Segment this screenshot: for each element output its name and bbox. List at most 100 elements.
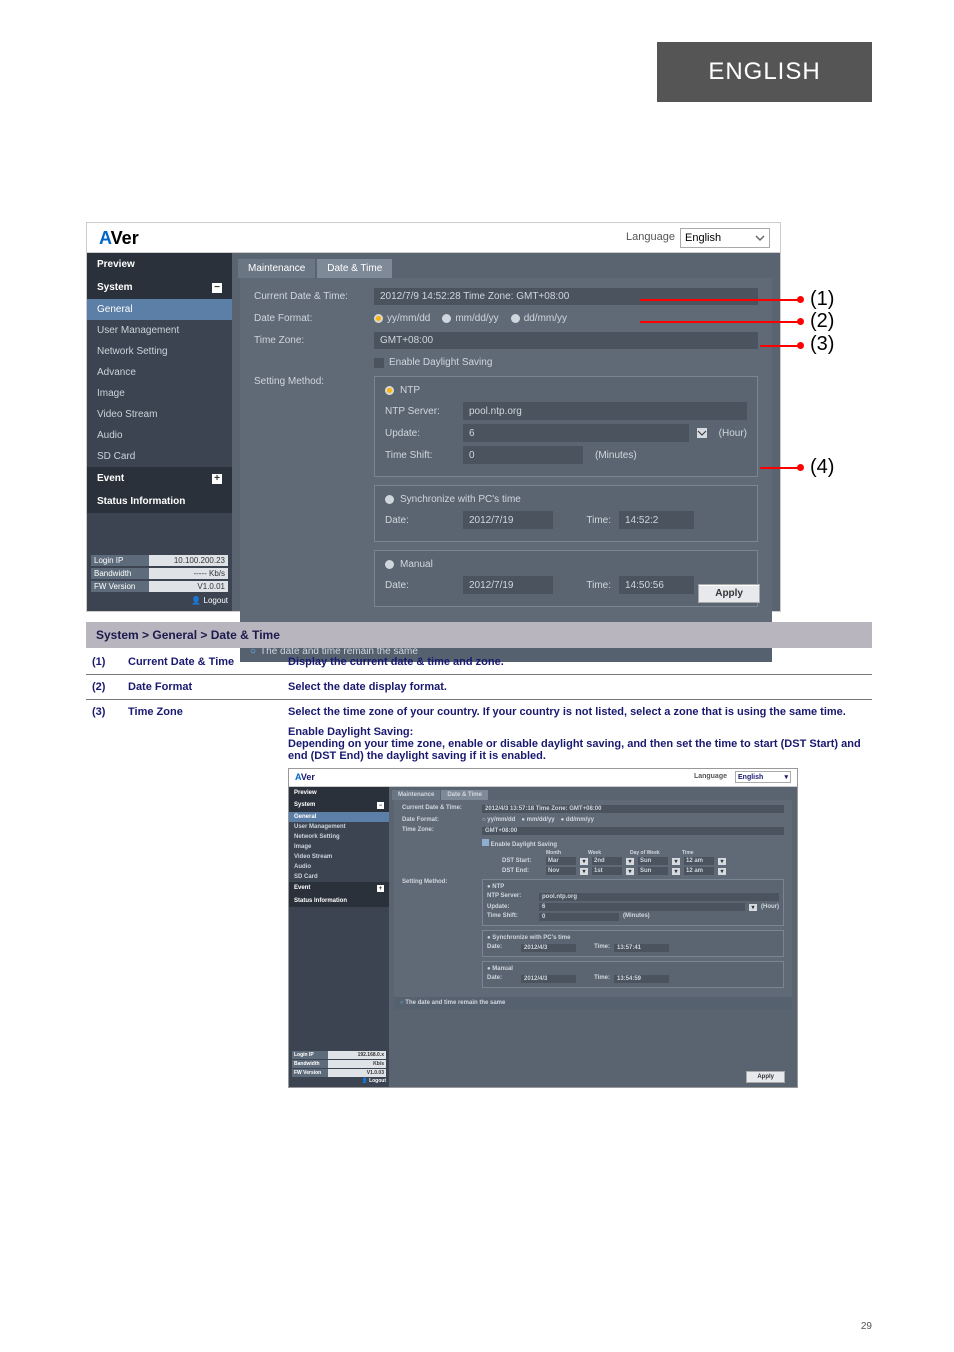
thumb-sb-user-mgmt[interactable]: User Management <box>289 822 389 832</box>
dst-checkbox[interactable] <box>374 358 384 368</box>
radio-mm-dd-yy[interactable]: mm/dd/yy <box>442 313 498 324</box>
desc-row-3-text: Select the time zone of your country. If… <box>282 700 872 1095</box>
topbar: AVer Language English <box>87 223 780 253</box>
manual-time-label: Time: <box>561 580 611 591</box>
language-select[interactable]: English <box>680 228 770 248</box>
ntp-box: NTP NTP Server:pool.ntp.org Update:6(Hou… <box>374 376 758 477</box>
callout-line-3 <box>760 345 800 347</box>
thumb-man-date[interactable]: 2012/4/3 <box>521 975 576 983</box>
thumb-sb-general[interactable]: General <box>289 812 389 822</box>
logo: AVer <box>99 228 139 249</box>
tab-date-time[interactable]: Date & Time <box>317 259 392 278</box>
user-icon: 👤 <box>191 596 201 605</box>
chevron-down-icon: ▾ <box>718 858 726 865</box>
thumb-radio-manual[interactable]: ● Manual <box>487 966 779 972</box>
thumb-man-time[interactable]: 13:54:59 <box>614 975 669 983</box>
desc-row-1-name: Current Date & Time <box>122 650 282 675</box>
sync-date-value: 2012/7/19 <box>463 511 553 529</box>
manual-time-input[interactable]: 14:50:56 <box>619 576 694 594</box>
thumb-dstend-dow[interactable]: Sun <box>638 867 668 875</box>
callout-dot-3 <box>797 342 804 349</box>
update-select[interactable]: 6 <box>463 424 689 442</box>
dst-checkbox-label: Enable Daylight Saving <box>389 357 492 368</box>
thumb-sb-preview[interactable]: Preview <box>289 787 389 799</box>
thumb-dststart-month[interactable]: Mar <box>546 857 576 865</box>
thumb-radio-fmt3[interactable]: ● dd/mm/yy <box>561 817 594 823</box>
chevron-down-icon: ▾ <box>784 773 788 781</box>
chevron-down-icon: ▾ <box>718 868 726 875</box>
thumb-update[interactable]: 6 <box>539 903 745 911</box>
thumb-logout[interactable]: 👤 Logout <box>292 1078 386 1084</box>
callout-dot-1 <box>797 296 804 303</box>
sidebar-item-user-management[interactable]: User Management <box>87 320 232 341</box>
thumb-sb-sdcard[interactable]: SD Card <box>289 872 389 882</box>
sidebar-item-sd-card[interactable]: SD Card <box>87 446 232 467</box>
sidebar-event[interactable]: Event + <box>87 467 232 490</box>
thumb-sb-audio[interactable]: Audio <box>289 862 389 872</box>
sidebar-item-audio[interactable]: Audio <box>87 425 232 446</box>
chevron-down-icon: ▾ <box>672 868 680 875</box>
plus-icon: + <box>212 474 222 484</box>
tab-maintenance[interactable]: Maintenance <box>238 259 315 278</box>
desc-title: System > General > Date & Time <box>86 622 872 648</box>
thumb-dstend-time[interactable]: 12 am <box>684 867 714 875</box>
thumb-sb-system[interactable]: System− <box>289 799 389 812</box>
thumb-radio-sync[interactable]: ● Synchronize with PC's time <box>487 935 779 941</box>
thumb-apply-button[interactable]: Apply <box>746 1071 785 1083</box>
callout-1: (1) <box>810 288 834 311</box>
radio-ntp[interactable] <box>385 386 394 395</box>
thumb-language-select[interactable]: English▾ <box>735 771 791 783</box>
thumb-sb-network[interactable]: Network Setting <box>289 832 389 842</box>
thumb-shift[interactable]: 0 <box>539 913 619 921</box>
login-ip-value: 10.100.200.23 <box>149 555 228 566</box>
sidebar-preview[interactable]: Preview <box>87 253 232 276</box>
sidebar-item-network-setting[interactable]: Network Setting <box>87 341 232 362</box>
thumb-dststart-dow[interactable]: Sun <box>638 857 668 865</box>
info-icon: ○ <box>400 1000 404 1006</box>
thumb-radio-fmt2[interactable]: ● mm/dd/yy <box>521 817 554 823</box>
bandwidth-label: Bandwidth <box>91 568 149 579</box>
sidebar-status-info[interactable]: Status Information <box>87 490 232 513</box>
sidebar-item-image[interactable]: Image <box>87 383 232 404</box>
callout-line-4 <box>760 467 800 469</box>
radio-dd-mm-yy[interactable]: dd/mm/yy <box>511 313 567 324</box>
setting-method-label: Setting Method: <box>254 376 374 387</box>
manual-date-input[interactable]: 2012/7/19 <box>463 576 553 594</box>
radio-yy-mm-dd[interactable]: yy/mm/dd <box>374 313 430 324</box>
callout-line-1 <box>640 299 800 301</box>
thumb-radio-ntp[interactable]: ● NTP <box>487 884 779 890</box>
minus-icon: − <box>212 283 222 293</box>
chevron-down-icon <box>755 233 765 243</box>
thumb-radio-fmt1[interactable]: ○ yy/mm/dd <box>482 817 515 823</box>
ntp-server-input[interactable]: pool.ntp.org <box>463 402 747 420</box>
chevron-down-icon: ▾ <box>580 868 588 875</box>
thumb-sb-event[interactable]: Event+ <box>289 882 389 895</box>
sidebar-item-general[interactable]: General <box>87 299 232 320</box>
thumb-tz-select[interactable]: GMT+08:00 <box>482 827 784 835</box>
thumb-tab-maintenance[interactable]: Maintenance <box>392 790 440 800</box>
sync-date-label: Date: <box>385 515 455 526</box>
thumb-sb-image[interactable]: Image <box>289 842 389 852</box>
sidebar-item-video-stream[interactable]: Video Stream <box>87 404 232 425</box>
fw-version-label: FW Version <box>91 581 149 592</box>
time-shift-input[interactable]: 0 <box>463 446 583 464</box>
radio-manual[interactable] <box>385 560 394 569</box>
sidebar-system[interactable]: System − <box>87 276 232 299</box>
thumb-dstend-month[interactable]: Nov <box>546 867 576 875</box>
login-ip-label: Login IP <box>91 555 149 566</box>
main-screenshot: AVer Language English Preview System − G… <box>86 222 781 612</box>
apply-button[interactable]: Apply <box>698 584 760 603</box>
thumb-sb-status[interactable]: Status Information <box>289 895 389 907</box>
thumb-dststart-week[interactable]: 2nd <box>592 857 622 865</box>
timezone-select[interactable]: GMT+08:00 <box>374 332 758 349</box>
plus-icon: + <box>377 885 384 892</box>
sidebar-item-advance[interactable]: Advance <box>87 362 232 383</box>
thumb-dstend-week[interactable]: 1st <box>592 867 622 875</box>
radio-sync-pc[interactable] <box>385 495 394 504</box>
thumb-tab-datetime[interactable]: Date & Time <box>441 790 488 800</box>
thumb-ntp-server[interactable]: pool.ntp.org <box>539 893 779 901</box>
thumb-sb-video[interactable]: Video Stream <box>289 852 389 862</box>
thumb-dststart-time[interactable]: 12 am <box>684 857 714 865</box>
logout-link[interactable]: 👤 Logout <box>91 594 228 605</box>
thumb-dst-checkbox[interactable] <box>482 839 489 846</box>
